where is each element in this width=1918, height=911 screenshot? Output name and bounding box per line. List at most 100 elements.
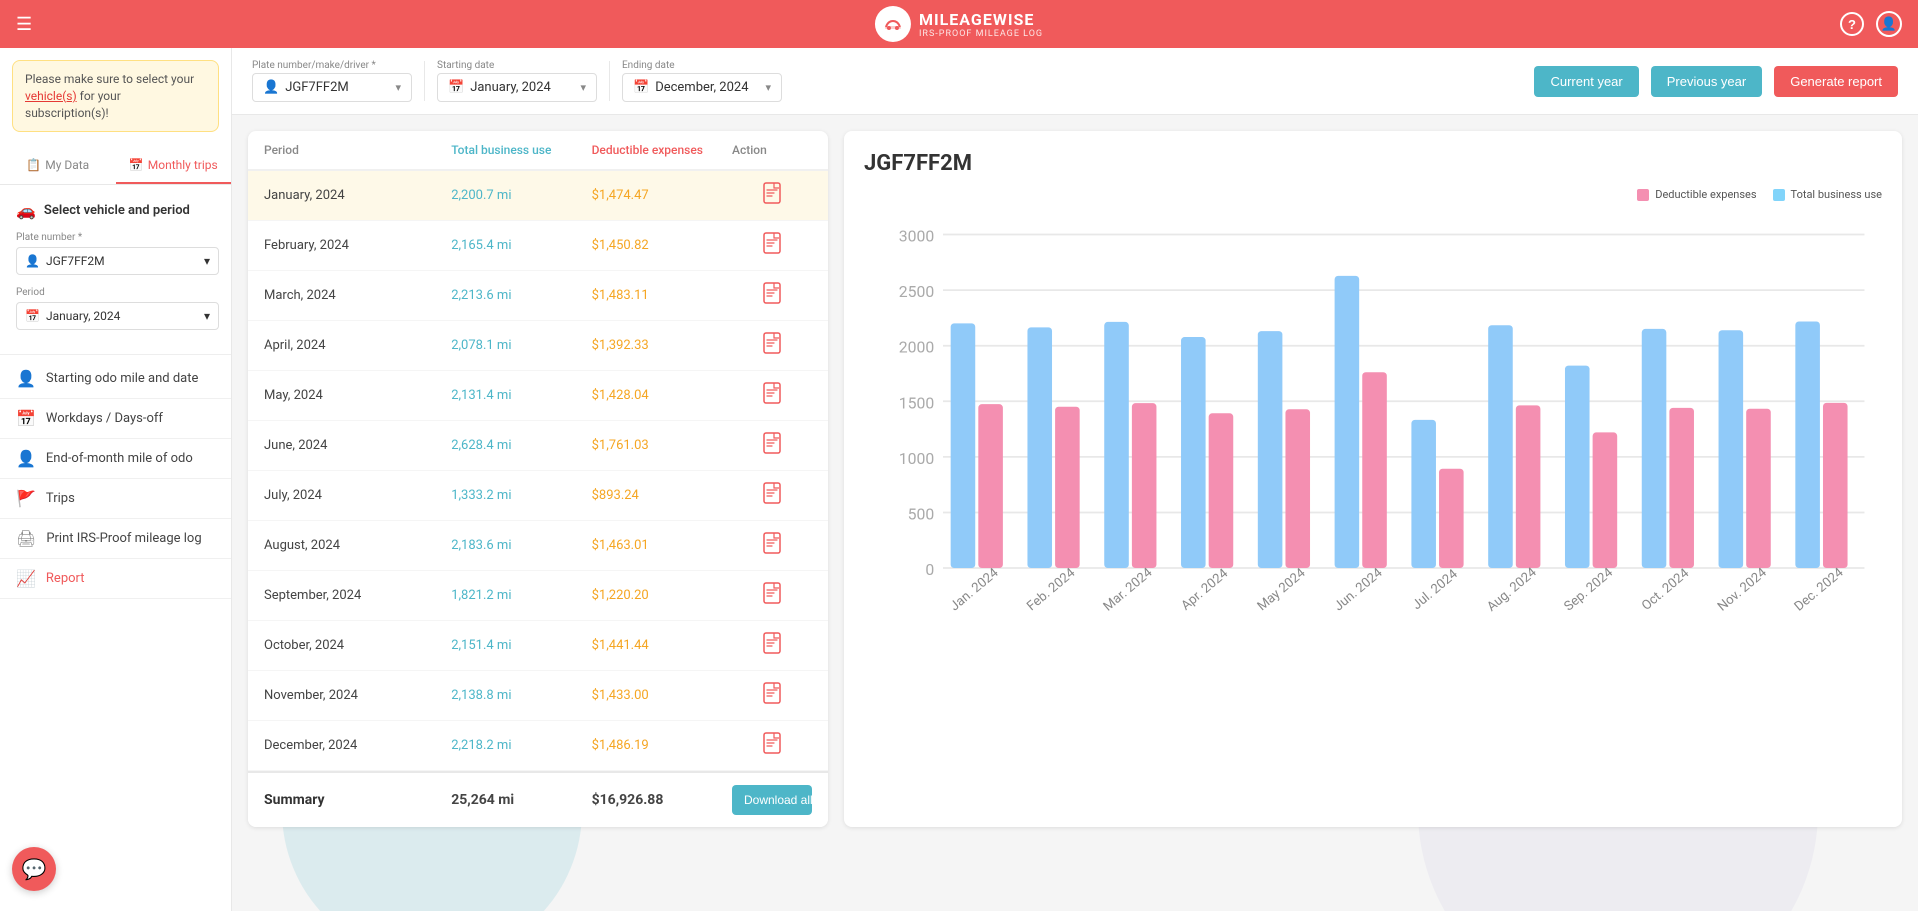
cell-deductible: $1,463.01 <box>592 538 732 553</box>
tab-my-data[interactable]: 📋 My Data <box>0 148 116 184</box>
report-icon: 📈 <box>16 569 36 588</box>
generate-report-button[interactable]: Generate report <box>1774 66 1898 97</box>
pdf-download-icon[interactable] <box>763 632 781 659</box>
plate-filter-chevron-icon: ▾ <box>395 81 401 94</box>
col-deductible: Deductible expenses <box>592 143 732 157</box>
my-data-label: My Data <box>45 158 89 172</box>
filter-divider-2 <box>609 61 610 101</box>
svg-text:0: 0 <box>925 560 934 579</box>
cell-deductible: $1,450.82 <box>592 238 732 253</box>
start-date-icon: 📅 <box>448 80 464 95</box>
user-button[interactable]: 👤 <box>1876 11 1902 37</box>
end-date-label: Ending date <box>622 60 782 71</box>
sidebar-item-end-odo[interactable]: 👤 End-of-month mile of odo <box>0 439 231 479</box>
svg-text:Nov. 2024: Nov. 2024 <box>1715 565 1770 615</box>
sidebar-item-starting-odo[interactable]: 👤 Starting odo mile and date <box>0 359 231 399</box>
chart-title: JGF7FF2M <box>864 151 1882 176</box>
cell-period: July, 2024 <box>264 488 451 503</box>
start-date-value: January, 2024 <box>470 80 551 95</box>
summary-row: Summary 25,264 mi $16,926.88 Download al… <box>248 771 828 827</box>
table-row: October, 2024 2,151.4 mi $1,441.44 <box>248 621 828 671</box>
chart-svg-wrap: 050010001500200025003000Jan. 2024Feb. 20… <box>864 217 1882 677</box>
chart-legend: Deductible expenses Total business use <box>864 188 1882 201</box>
end-date-select[interactable]: 📅 December, 2024 ▾ <box>622 73 782 102</box>
period-select[interactable]: 📅 January, 2024 ▾ <box>16 302 219 330</box>
cell-deductible: $1,761.03 <box>592 438 732 453</box>
starting-odo-label: Starting odo mile and date <box>46 371 198 386</box>
plate-filter-select[interactable]: 👤 JGF7FF2M ▾ <box>252 73 412 102</box>
summary-miles: 25,264 mi <box>451 792 591 808</box>
main-content: Plate number/make/driver * 👤 JGF7FF2M ▾ … <box>232 48 1918 911</box>
pdf-download-icon[interactable] <box>763 382 781 409</box>
cell-miles: 2,183.6 mi <box>451 538 591 553</box>
cell-period: October, 2024 <box>264 638 451 653</box>
trips-label: Trips <box>46 491 75 506</box>
cell-miles: 2,165.4 mi <box>451 238 591 253</box>
legend-business-label: Total business use <box>1791 188 1882 201</box>
pdf-download-icon[interactable] <box>763 682 781 709</box>
cell-period: March, 2024 <box>264 288 451 303</box>
app-body: Please make sure to select your vehicle(… <box>0 48 1918 911</box>
pdf-download-icon[interactable] <box>763 532 781 559</box>
report-label: Report <box>46 571 85 586</box>
period-chevron-icon: ▾ <box>204 309 210 323</box>
chat-button[interactable]: 💬 <box>12 847 56 891</box>
cell-action <box>732 232 812 259</box>
current-year-button[interactable]: Current year <box>1534 66 1638 97</box>
period-calendar-icon: 📅 <box>25 309 40 323</box>
pdf-download-icon[interactable] <box>763 282 781 309</box>
plate-select[interactable]: 👤 JGF7FF2M ▾ <box>16 247 219 275</box>
menu-icon[interactable]: ☰ <box>16 14 32 35</box>
table-row: May, 2024 2,131.4 mi $1,428.04 <box>248 371 828 421</box>
help-button[interactable]: ? <box>1840 12 1864 36</box>
logo-icon <box>875 6 911 42</box>
legend-deductible-dot <box>1637 189 1649 201</box>
table-row: January, 2024 2,200.7 mi $1,474.47 <box>248 171 828 221</box>
pdf-download-icon[interactable] <box>763 482 781 509</box>
alert-link[interactable]: vehicle(s) <box>25 89 77 103</box>
cell-action <box>732 282 812 309</box>
pdf-download-icon[interactable] <box>763 182 781 209</box>
period-group: Period 📅 January, 2024 ▾ <box>16 287 219 330</box>
table-row: September, 2024 1,821.2 mi $1,220.20 <box>248 571 828 621</box>
header-actions: ? 👤 <box>1840 11 1902 37</box>
col-action: Action <box>732 143 812 157</box>
svg-text:Dec. 2024: Dec. 2024 <box>1792 565 1847 615</box>
download-all-button[interactable]: Download all <box>732 785 812 815</box>
sidebar-alert: Please make sure to select your vehicle(… <box>12 60 219 132</box>
previous-year-button[interactable]: Previous year <box>1651 66 1762 97</box>
cell-period: September, 2024 <box>264 588 451 603</box>
cell-miles: 2,078.1 mi <box>451 338 591 353</box>
pdf-download-icon[interactable] <box>763 732 781 759</box>
plate-chevron-icon: ▾ <box>204 254 210 268</box>
sidebar-item-print-log[interactable]: 🖨 Print IRS-Proof mileage log <box>0 519 231 559</box>
cell-period: April, 2024 <box>264 338 451 353</box>
table-row: February, 2024 2,165.4 mi $1,450.82 <box>248 221 828 271</box>
data-table: Period Total business use Deductible exp… <box>248 131 828 827</box>
tab-monthly-trips[interactable]: 📅 Monthly trips <box>116 148 232 184</box>
sidebar-item-trips[interactable]: 🚩 Trips <box>0 479 231 519</box>
table-rows: January, 2024 2,200.7 mi $1,474.47 Febru… <box>248 171 828 771</box>
svg-text:500: 500 <box>908 504 935 523</box>
pdf-download-icon[interactable] <box>763 332 781 359</box>
chart-container: JGF7FF2M Deductible expenses Total busin… <box>844 131 1902 827</box>
plate-icon: 👤 <box>25 254 40 268</box>
cell-period: May, 2024 <box>264 388 451 403</box>
table-row: July, 2024 1,333.2 mi $893.24 <box>248 471 828 521</box>
cell-deductible: $1,486.19 <box>592 738 732 753</box>
start-date-select[interactable]: 📅 January, 2024 ▾ <box>437 73 597 102</box>
pdf-download-icon[interactable] <box>763 432 781 459</box>
end-odo-icon: 👤 <box>16 449 36 468</box>
top-bar: Plate number/make/driver * 👤 JGF7FF2M ▾ … <box>232 48 1918 115</box>
svg-text:3000: 3000 <box>899 227 934 246</box>
cell-miles: 2,138.8 mi <box>451 688 591 703</box>
table-header: Period Total business use Deductible exp… <box>248 131 828 171</box>
sidebar-item-report[interactable]: 📈 Report <box>0 559 231 599</box>
cell-miles: 2,218.2 mi <box>451 738 591 753</box>
pdf-download-icon[interactable] <box>763 582 781 609</box>
end-date-value: December, 2024 <box>655 80 748 95</box>
svg-text:1500: 1500 <box>899 393 934 412</box>
bar-chart-svg: 050010001500200025003000Jan. 2024Feb. 20… <box>864 217 1882 673</box>
pdf-download-icon[interactable] <box>763 232 781 259</box>
sidebar-item-workdays[interactable]: 📅 Workdays / Days-off <box>0 399 231 439</box>
